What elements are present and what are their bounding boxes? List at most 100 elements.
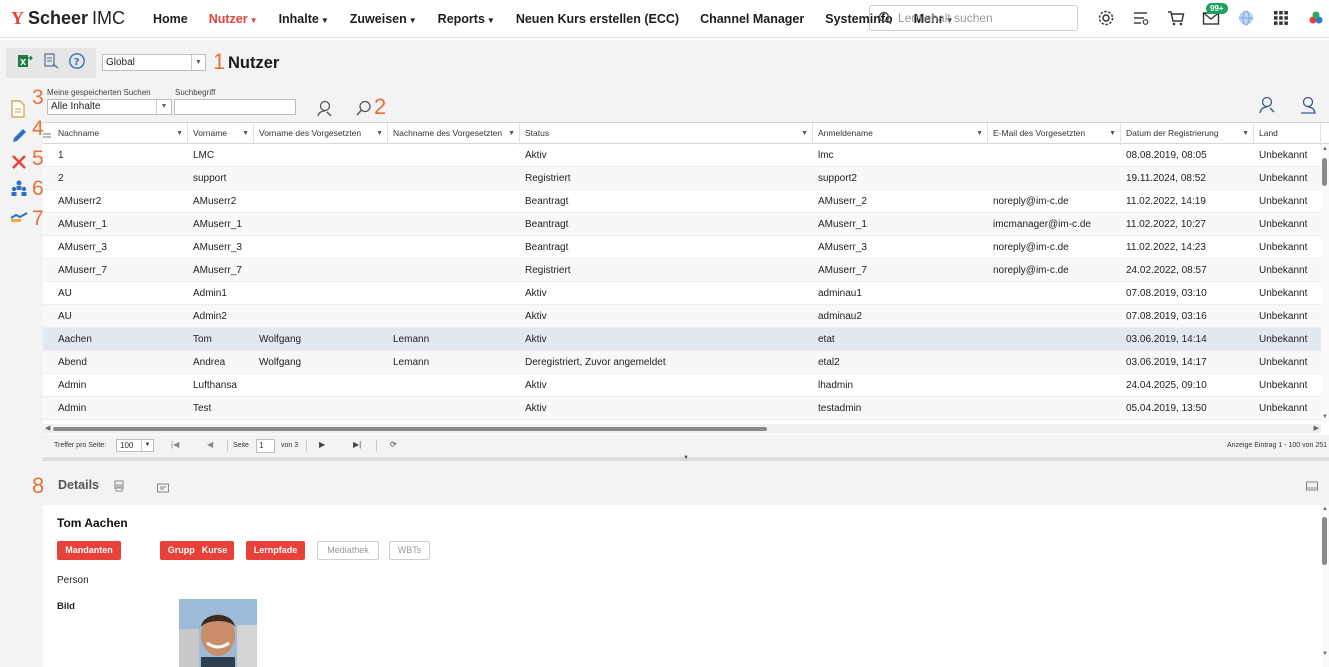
column-filter-icon[interactable]: ▼ — [976, 123, 983, 144]
scheer-imc-logo[interactable]: Y Scheer IMC — [11, 8, 131, 29]
shopping-cart-icon[interactable] — [1166, 8, 1186, 28]
previous-page-icon[interactable]: ◀ — [207, 440, 213, 449]
table-cell — [388, 144, 520, 167]
app-grid-icon[interactable] — [1271, 8, 1291, 28]
column-header[interactable]: E-Mail des Vorgesetzten ▼ — [988, 123, 1121, 145]
content-search-input[interactable]: Lerninhalt suchen — [869, 5, 1078, 31]
settings-gear-icon[interactable] — [1096, 8, 1116, 28]
table-cell: 07.08.2019, 03:10 — [1126, 288, 1207, 299]
table-horizontal-scrollbar[interactable]: ◀ ▶ — [43, 424, 1321, 434]
table-row[interactable]: Abend Andrea Wolfgang Lemann Deregistriert, … — [43, 351, 1321, 374]
nav-item-zuweisen[interactable]: Zuweisen ▼ — [350, 12, 417, 26]
table-row[interactable]: AU Admin1 Aktiv adminau1 07.08.2019, 03:10 Un… — [43, 282, 1321, 305]
column-header[interactable]: Vorname des Vorgesetzten ▼ — [254, 123, 388, 145]
edit-pencil-icon[interactable] — [10, 127, 28, 145]
nav-item-channel-manager[interactable]: Channel Manager — [700, 12, 804, 26]
first-page-icon[interactable]: |◀ — [171, 440, 179, 449]
table-row[interactable]: 2 support Registriert support2 19.11.2024, 0… — [43, 167, 1321, 190]
user-search-icon[interactable] — [316, 100, 333, 122]
table-row[interactable]: AMuserr2 AMuserr2 Beantragt AMuserr_2 norepl… — [43, 190, 1321, 213]
column-header[interactable]: Vorname ▼ — [188, 123, 254, 145]
table-row[interactable]: AMuserr_1 AMuserr_1 Beantragt AMuserr_1 imcm… — [43, 213, 1321, 236]
nav-item-neuen-kurs-erstellen-ecc[interactable]: Neuen Kurs erstellen (ECC) — [516, 12, 679, 26]
column-filter-icon[interactable]: ▼ — [508, 123, 515, 144]
id-card-icon[interactable] — [157, 480, 169, 498]
pagination-bar: Treffer pro Seite: 100 ▼ |◀ ◀ Seite 1 vo… — [43, 435, 1329, 457]
scroll-up-icon[interactable]: ▲ — [1322, 146, 1328, 152]
language-globe-icon[interactable] — [1236, 8, 1256, 28]
maximize-panel-icon[interactable] — [1306, 478, 1318, 496]
user-manage-icon[interactable] — [1258, 96, 1276, 119]
nav-item-label: Reports — [437, 11, 485, 26]
user-group-icon[interactable] — [10, 179, 28, 197]
details-kurse-button[interactable]: Kurse — [195, 541, 234, 560]
column-header[interactable]: Status ▼ — [520, 123, 813, 145]
table-cell: etal2 — [818, 357, 840, 368]
table-cell: Admin1 — [193, 288, 227, 299]
column-header[interactable]: Land — [1254, 123, 1321, 145]
pager-divider — [376, 440, 377, 452]
column-header[interactable]: Datum der Registrierung ▼ — [1121, 123, 1254, 145]
document-export-icon[interactable] — [42, 52, 60, 75]
table-cell — [988, 144, 1121, 167]
table-vertical-scrollbar[interactable]: ▲ ▼ — [1321, 144, 1329, 422]
search-term-input[interactable] — [174, 99, 296, 115]
per-page-select[interactable]: 100 ▼ — [116, 439, 154, 452]
column-filter-icon[interactable]: ▼ — [242, 123, 249, 144]
new-document-icon[interactable] — [10, 100, 28, 118]
nav-item-inhalte[interactable]: Inhalte ▼ — [279, 12, 329, 26]
last-page-icon[interactable]: ▶| — [353, 440, 361, 449]
table-cell: Lemann — [393, 334, 430, 345]
scroll-left-icon[interactable]: ◀ — [45, 424, 50, 432]
column-header[interactable]: Nachname des Vorgesetzten ▼ — [388, 123, 520, 145]
task-list-icon[interactable] — [1131, 8, 1151, 28]
table-row[interactable]: AU Admin2 Aktiv adminau2 07.08.2019, 03:16 Un… — [43, 305, 1321, 328]
table-cell: support — [193, 173, 227, 184]
page-number-input[interactable]: 1 — [256, 439, 275, 453]
table-row[interactable]: 1 LMC Aktiv lmc 08.08.2019, 08:05 Unbekannt — [43, 144, 1321, 167]
scope-select[interactable]: Global ▼ — [102, 54, 206, 71]
column-header[interactable]: Anmeldename ▼ — [813, 123, 988, 145]
nav-item-nutzer[interactable]: Nutzer ▼ — [209, 12, 258, 26]
table-cell: Beantragt — [525, 242, 569, 253]
nav-item-reports[interactable]: Reports ▼ — [438, 12, 495, 26]
scroll-thumb[interactable] — [53, 427, 767, 431]
handshake-icon[interactable] — [10, 207, 28, 225]
scroll-thumb[interactable] — [1322, 158, 1327, 186]
next-page-icon[interactable]: ▶ — [319, 440, 325, 449]
refresh-icon[interactable]: ⟳ — [390, 440, 397, 449]
table-row[interactable]: Aachen Tom Wolfgang Lemann Aktiv etat 03.06.20… — [43, 328, 1321, 351]
scroll-down-icon[interactable]: ▼ — [1322, 651, 1328, 657]
table-row[interactable]: AMuserr_3 AMuserr_3 Beantragt AMuserr_3 nore… — [43, 236, 1321, 259]
column-filter-icon[interactable]: ▼ — [1109, 123, 1116, 144]
scroll-up-icon[interactable]: ▲ — [1322, 506, 1328, 512]
column-header[interactable]: Nachname ▼ — [53, 123, 188, 145]
saved-search-select[interactable]: Alle Inhalte ▼ — [47, 99, 172, 115]
scroll-thumb[interactable] — [1322, 517, 1327, 565]
help-icon[interactable]: ? — [68, 52, 86, 75]
print-icon[interactable] — [113, 479, 125, 497]
user-settings-icon[interactable] — [1299, 96, 1317, 119]
search-icon[interactable] — [356, 100, 372, 121]
table-cell: Aktiv — [525, 380, 547, 391]
details-mandanten-button[interactable]: Mandanten — [57, 541, 121, 560]
partner-logo-icon[interactable] — [1306, 8, 1326, 28]
column-filter-icon[interactable]: ▼ — [1242, 123, 1249, 144]
column-filter-icon[interactable]: ▼ — [176, 123, 183, 144]
details-lernpfade-button[interactable]: Lernpfade — [246, 541, 305, 560]
chevron-down-icon: ▼ — [191, 55, 205, 70]
delete-x-icon[interactable] — [10, 153, 28, 171]
table-cell — [988, 328, 1121, 351]
details-scrollbar[interactable]: ▲ ▼ — [1321, 505, 1329, 667]
scroll-down-icon[interactable]: ▼ — [1322, 414, 1328, 420]
column-filter-icon[interactable]: ▼ — [801, 123, 808, 144]
column-filter-icon[interactable]: ▼ — [376, 123, 383, 144]
excel-export-icon[interactable]: X — [16, 52, 34, 75]
scroll-right-icon[interactable]: ▶ — [1314, 424, 1319, 432]
pager-divider — [306, 440, 307, 452]
nav-item-home[interactable]: Home — [153, 12, 188, 26]
table-row[interactable]: AMuserr_7 AMuserr_7 Registriert AMuserr_7 no… — [43, 259, 1321, 282]
table-row[interactable]: Admin Lufthansa Aktiv lhadmin 24.04.2025, 09… — [43, 374, 1321, 397]
table-row[interactable]: Admin Test Aktiv testadmin 05.04.2019, 13:50… — [43, 397, 1321, 420]
table-cell: AMuserr_7 — [818, 265, 867, 276]
